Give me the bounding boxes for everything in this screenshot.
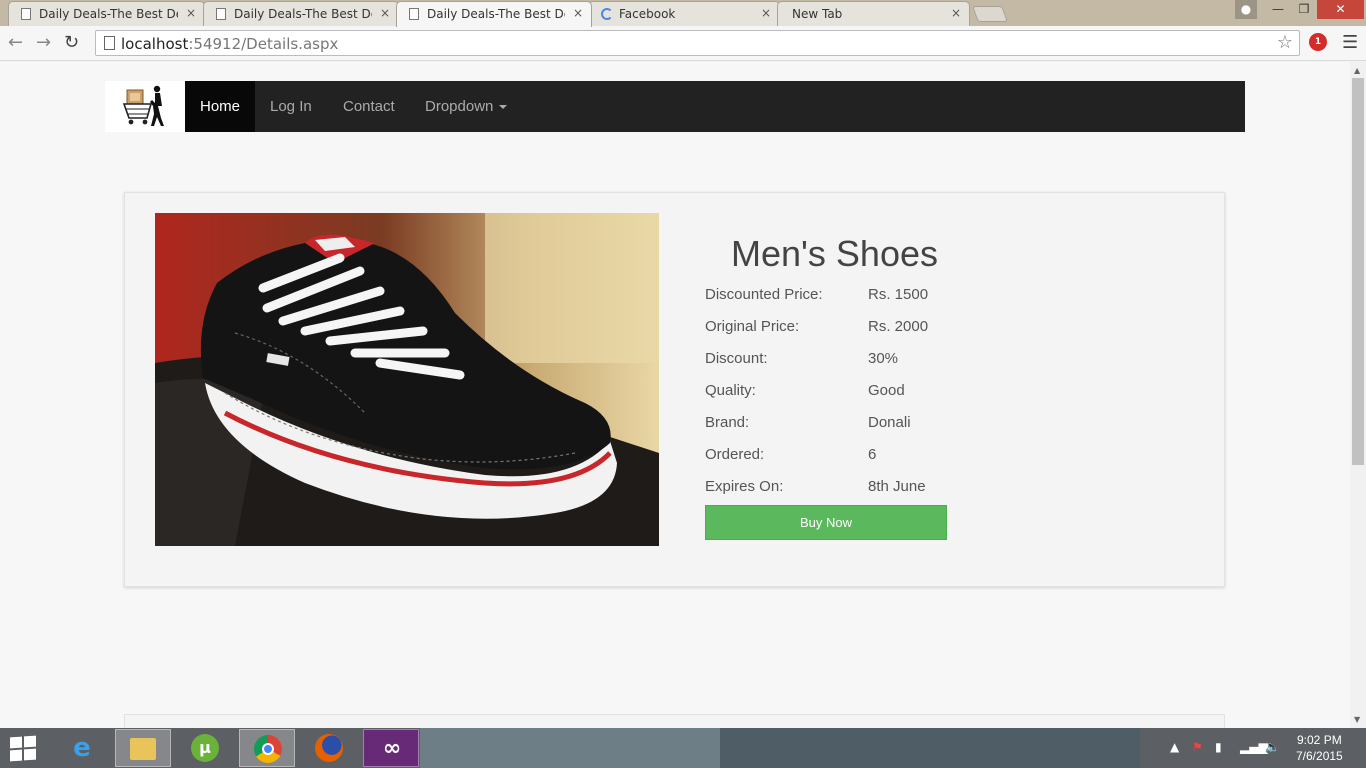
maximize-icon[interactable]: ❐ — [1291, 0, 1317, 19]
clock-date: 7/6/2015 — [1296, 749, 1343, 763]
taskbar-wallpaper-region — [420, 728, 720, 768]
page-viewport: Home Log In Contact Dropdown Men's Shoes… — [0, 62, 1350, 728]
site-logo[interactable] — [105, 81, 185, 132]
close-icon[interactable]: × — [186, 6, 196, 20]
loading-spinner-icon — [601, 8, 613, 20]
detail-label: Discounted Price: — [705, 286, 823, 303]
next-card — [124, 714, 1225, 728]
close-icon[interactable]: × — [761, 6, 771, 20]
url-path: :54912/Details.aspx — [188, 35, 339, 53]
browser-tab[interactable]: New Tab × — [777, 1, 970, 26]
detail-label: Original Price: — [705, 318, 800, 335]
detail-value: 8th June — [868, 478, 926, 495]
address-bar[interactable]: localhost:54912/Details.aspx ☆ — [95, 30, 1300, 56]
bookmark-star-icon[interactable]: ☆ — [1277, 32, 1293, 53]
browser-tab[interactable]: Daily Deals-The Best Deal × — [8, 1, 205, 26]
page-icon — [104, 36, 115, 50]
detail-value: Donali — [868, 414, 911, 431]
product-card: Men's Shoes Discounted Price: Rs. 1500 O… — [124, 192, 1225, 587]
new-tab-button[interactable] — [972, 6, 1008, 22]
visual-studio-icon[interactable]: ∞ — [363, 729, 419, 767]
page-scrollbar[interactable]: ▲ ▼ — [1350, 62, 1366, 728]
browser-toolbar: ← → ↻ localhost:54912/Details.aspx ☆ — [0, 26, 1366, 61]
file-explorer-icon[interactable] — [115, 729, 171, 767]
tab-title: Daily Deals-The Best Deal — [39, 7, 178, 21]
tab-title: Daily Deals-The Best Deal — [234, 7, 372, 21]
detail-value: Good — [868, 382, 905, 399]
nav-home[interactable]: Home — [185, 81, 256, 132]
browser-tab[interactable]: Daily Deals-The Best Deal × — [203, 1, 399, 26]
close-icon[interactable]: × — [380, 6, 390, 20]
taskbar-wallpaper-region — [720, 728, 1140, 768]
buy-now-button[interactable]: Buy Now — [705, 505, 947, 540]
windows-taskbar: e µ ∞ ▲ ⚑ ▮ ▂▄▆ 🔈 9:02 PM 7/6/2015 — [0, 728, 1366, 768]
detail-label: Ordered: — [705, 446, 765, 463]
detail-label: Expires On: — [705, 478, 784, 495]
browser-tab-strip: Daily Deals-The Best Deal × Daily Deals-… — [0, 0, 1366, 27]
shopping-cart-logo-icon — [122, 85, 164, 126]
action-center-flag-icon[interactable]: ⚑ — [1192, 740, 1203, 754]
clock-time: 9:02 PM — [1297, 733, 1342, 747]
battery-icon[interactable]: ▮ — [1215, 740, 1222, 754]
detail-value: Rs. 1500 — [868, 286, 929, 303]
scroll-up-icon[interactable]: ▲ — [1354, 66, 1360, 75]
browser-tab-active[interactable]: Daily Deals-The Best Deal × — [396, 1, 592, 27]
close-icon[interactable]: × — [573, 6, 583, 20]
tab-title: Daily Deals-The Best Deal — [427, 7, 565, 21]
extension-icon[interactable]: 1 — [1309, 33, 1327, 51]
volume-icon[interactable]: 🔈 — [1265, 740, 1280, 754]
nav-dropdown[interactable]: Dropdown — [410, 81, 522, 132]
detail-value: Rs. 2000 — [868, 318, 929, 335]
shoe-photo — [155, 213, 659, 546]
nav-dropdown-label: Dropdown — [425, 98, 494, 115]
network-signal-icon[interactable]: ▂▄▆ — [1240, 740, 1268, 754]
system-clock[interactable]: 9:02 PM 7/6/2015 — [1296, 732, 1343, 764]
firefox-icon[interactable] — [301, 729, 357, 767]
detail-value: 6 — [868, 446, 877, 463]
user-icon[interactable]: ● — [1235, 0, 1257, 19]
tab-title: Facebook — [619, 7, 676, 21]
forward-arrow-icon[interactable]: → — [36, 32, 51, 53]
site-navbar: Home Log In Contact Dropdown — [105, 81, 1245, 132]
product-title: Men's Shoes — [731, 233, 938, 274]
detail-label: Discount: — [705, 350, 768, 367]
internet-explorer-icon[interactable]: e — [54, 729, 110, 767]
caret-down-icon — [499, 105, 508, 110]
detail-label: Quality: — [705, 382, 756, 399]
utorrent-icon[interactable]: µ — [177, 729, 233, 767]
page-icon — [21, 8, 31, 20]
tab-title: New Tab — [792, 7, 843, 21]
nav-contact[interactable]: Contact — [328, 81, 410, 132]
windows-start-icon[interactable] — [10, 735, 38, 762]
detail-label: Brand: — [705, 414, 750, 431]
chrome-icon[interactable] — [239, 729, 295, 767]
scroll-down-icon[interactable]: ▼ — [1354, 715, 1360, 724]
page-icon — [216, 8, 226, 20]
window-close-icon[interactable]: ✕ — [1317, 0, 1364, 19]
minimize-icon[interactable]: — — [1265, 0, 1291, 19]
scrollbar-thumb[interactable] — [1352, 78, 1364, 465]
chrome-menu-icon[interactable]: ☰ — [1342, 32, 1358, 53]
product-image — [155, 213, 659, 546]
reload-icon[interactable]: ↻ — [64, 32, 79, 53]
browser-tab[interactable]: Facebook × — [588, 1, 780, 26]
url-text[interactable]: localhost:54912/Details.aspx — [121, 35, 338, 53]
tray-expand-icon[interactable]: ▲ — [1170, 740, 1179, 754]
page-icon — [409, 8, 419, 20]
detail-value: 30% — [868, 350, 899, 367]
close-icon[interactable]: × — [951, 6, 961, 20]
back-arrow-icon[interactable]: ← — [8, 32, 23, 53]
url-host: localhost — [121, 35, 189, 53]
nav-login[interactable]: Log In — [255, 81, 327, 132]
